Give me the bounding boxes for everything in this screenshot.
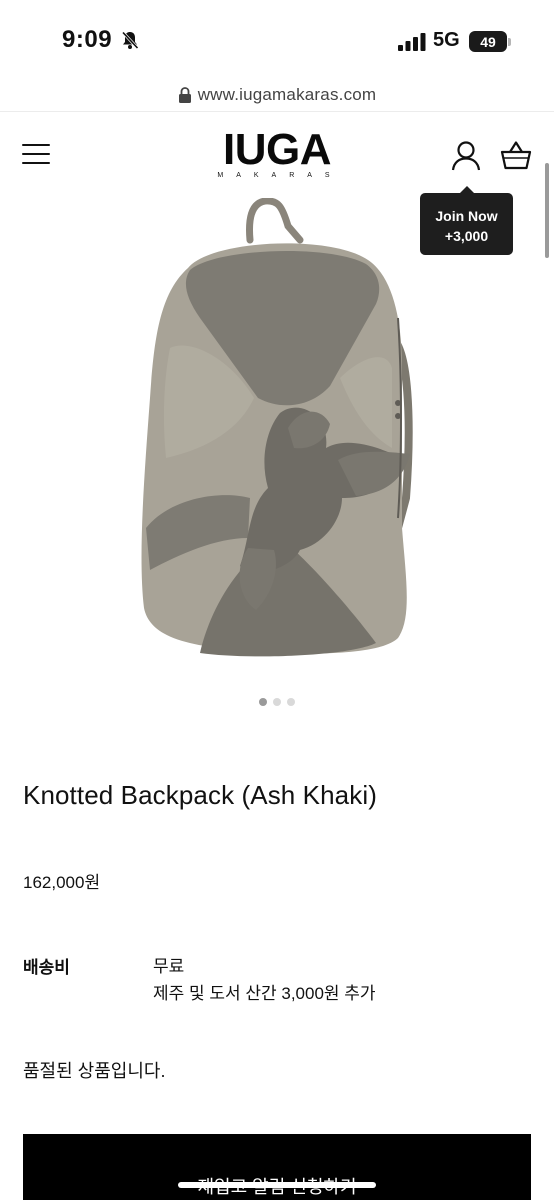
carousel-dot-3[interactable] (287, 698, 295, 706)
tooltip-title: Join Now (435, 208, 498, 224)
battery-cap (508, 38, 511, 46)
shipping-note: 제주 및 도서 산간 3,000원 추가 (153, 984, 376, 1003)
lock-icon (178, 87, 191, 103)
logo[interactable]: IUGA MAKARAS (198, 125, 356, 180)
logo-main-text: IUGA (223, 125, 332, 174)
shipping-label: 배송비 (23, 958, 70, 977)
product-image[interactable] (130, 198, 420, 668)
shipping-value: 무료 (153, 957, 185, 976)
join-now-tooltip[interactable]: Join Now +3,000 (420, 186, 513, 255)
product-price: 162,000원 (23, 873, 101, 892)
product-title: Knotted Backpack (Ash Khaki) (23, 780, 377, 810)
home-indicator[interactable] (178, 1182, 376, 1188)
menu-icon[interactable] (22, 142, 50, 166)
url-text: www.iugamakaras.com (197, 85, 377, 104)
restock-alert-button[interactable]: 재입고 알림 신청하기 (23, 1134, 531, 1200)
stock-status: 품절된 상품입니다. (23, 1061, 166, 1081)
shipping-info: 무료 제주 및 도서 산간 3,000원 추가 (153, 953, 376, 1007)
status-time: 9:09 (62, 26, 113, 53)
account-icon[interactable] (451, 140, 481, 172)
scrollbar[interactable] (545, 163, 549, 258)
tooltip-points: +3,000 (444, 228, 489, 244)
carousel-dot-2[interactable] (273, 698, 281, 706)
carousel-dot-1[interactable] (259, 698, 267, 706)
logo-sub-text: MAKARAS (217, 172, 343, 179)
url-bar[interactable]: www.iugamakaras.com (0, 82, 554, 108)
carousel-dots (0, 698, 554, 706)
battery-level: 49 (480, 33, 496, 50)
signal-icon (398, 33, 426, 51)
cart-icon[interactable] (500, 140, 532, 172)
bell-slash-icon (121, 31, 139, 50)
network-label: 5G (433, 29, 460, 51)
status-bar: 9:09 5G 49 (0, 0, 554, 80)
battery-indicator: 49 (469, 31, 507, 52)
